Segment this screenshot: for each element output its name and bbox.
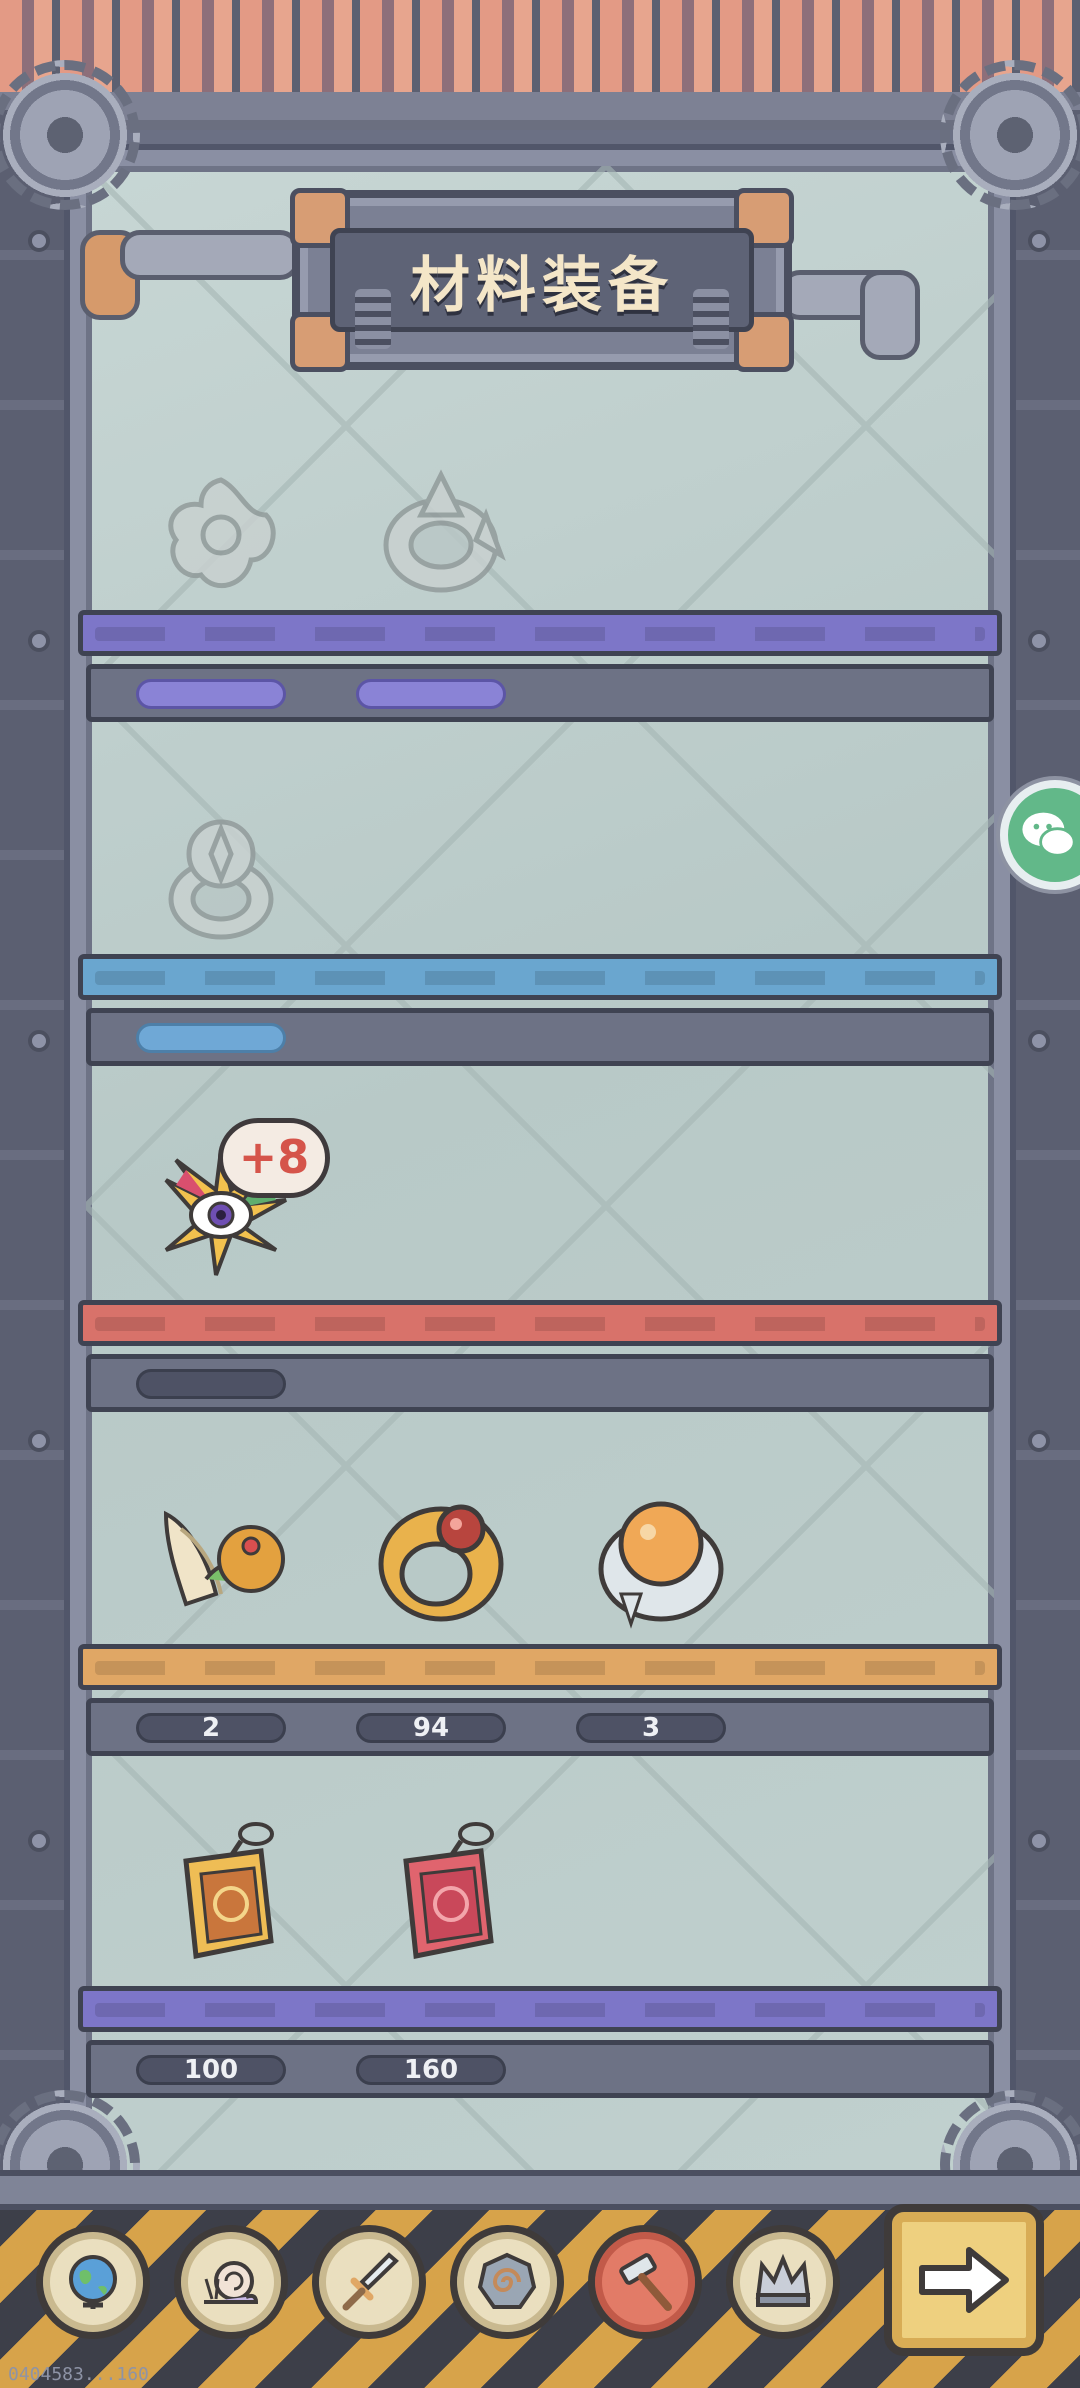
title-inner: 材料装备 — [330, 228, 754, 349]
count-pill — [136, 679, 286, 709]
shelf-base: 2 94 3 — [86, 1698, 994, 1756]
count-pill — [136, 1023, 286, 1053]
vent-decoration — [355, 289, 391, 349]
next-button[interactable] — [884, 2204, 1044, 2356]
shelf-base — [86, 1008, 994, 1066]
vent-decoration — [693, 289, 729, 349]
count-pill: 3 — [576, 1713, 726, 1743]
right-rail — [1000, 110, 1080, 2220]
toolbar-button-sword[interactable] — [312, 2225, 426, 2339]
red-rune-pendant-icon — [403, 1822, 494, 1959]
count-pill: 100 — [136, 2055, 286, 2085]
shelf-plank-red — [78, 1300, 1002, 1346]
grey-spiked-ring-icon — [383, 469, 506, 593]
crown-icon — [755, 2253, 811, 2307]
grey-flower-ring-icon — [168, 819, 274, 940]
count-pill — [136, 1369, 286, 1399]
toolbar-button-snail[interactable] — [174, 2225, 288, 2339]
sword-icon — [342, 2252, 399, 2311]
top-grill — [0, 0, 1080, 130]
arrow-right-icon — [919, 2247, 1009, 2313]
bolt — [1028, 1830, 1050, 1852]
spiral-shield-icon — [477, 2252, 537, 2309]
pipe — [860, 270, 920, 360]
shelf-base: 100 160 — [86, 2040, 994, 2098]
grey-flower-emblem-icon — [168, 477, 276, 589]
orange-orb-ring-icon — [598, 1501, 724, 1629]
winged-helmet-icon — [163, 1510, 285, 1607]
gold-rune-pendant-icon — [183, 1822, 274, 1959]
toolbar-button-globe[interactable] — [36, 2225, 150, 2339]
upgrade-badge: +8 — [218, 1118, 330, 1198]
shelf-base — [86, 1354, 994, 1412]
shelf-plank-orange — [78, 1644, 1002, 1690]
count-pill: 94 — [356, 1713, 506, 1743]
bolt — [28, 230, 50, 252]
snail-icon — [204, 2261, 259, 2304]
shelf-plank-purple — [78, 610, 1002, 656]
bolt — [1028, 1030, 1050, 1052]
left-rail — [0, 110, 80, 2220]
pipe — [120, 230, 300, 280]
bolt — [1028, 230, 1050, 252]
bolt — [28, 1430, 50, 1452]
bolt — [28, 1830, 50, 1852]
user-id-text: 0404583...160 — [8, 2364, 149, 2385]
bolt — [28, 1030, 50, 1052]
shelf-base — [86, 664, 994, 722]
gear-icon — [940, 60, 1080, 210]
bolt — [1028, 1430, 1050, 1452]
toolbar-button-crown[interactable] — [726, 2225, 840, 2339]
title-plate: 材料装备 — [290, 188, 794, 372]
wechat-icon — [1022, 812, 1076, 857]
count-pill — [356, 679, 506, 709]
bolt — [1028, 630, 1050, 652]
shelf-plank-purple — [78, 1986, 1002, 2032]
shelf-plank-blue — [78, 954, 1002, 1000]
toolbar-button-spiral[interactable] — [450, 2225, 564, 2339]
bolt — [28, 630, 50, 652]
count-pill: 160 — [356, 2055, 506, 2085]
hammer-icon — [619, 2253, 672, 2311]
toolbar-button-hammer[interactable] — [588, 2225, 702, 2339]
page-title: 材料装备 — [410, 250, 674, 321]
ruby-gold-ring-icon — [378, 1504, 504, 1622]
globe-icon — [69, 2255, 117, 2309]
count-pill: 2 — [136, 1713, 286, 1743]
